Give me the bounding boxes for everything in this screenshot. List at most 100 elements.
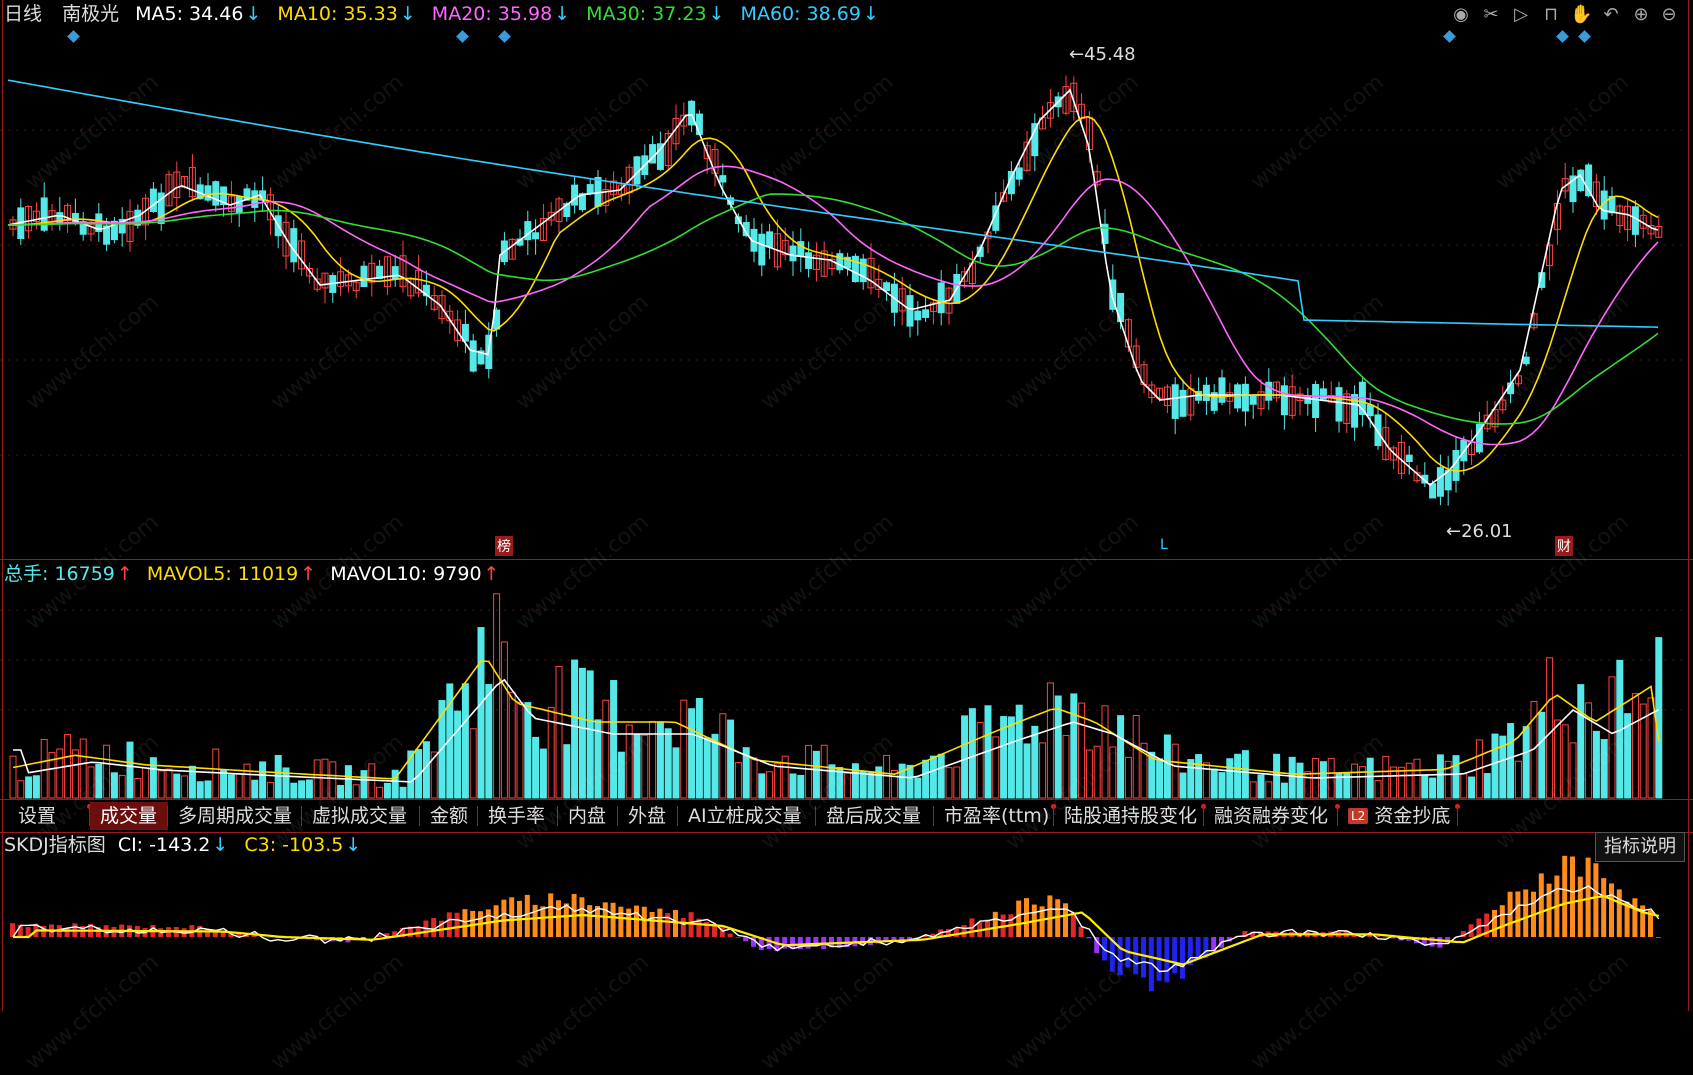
volume-bar [587,671,593,798]
volume-bar [540,749,546,798]
skdj-bar [681,918,686,937]
volume-chart[interactable] [0,560,1693,800]
skdj-bar [447,912,452,937]
tab-label: 内盘 [568,805,606,827]
high-price-label: ←45.48 [1069,44,1136,65]
skdj-bar [1562,856,1567,937]
volume-bar [954,767,960,798]
tab-8[interactable]: AI立桩成交量 [678,802,816,830]
tab-label: 换手率 [488,805,545,827]
skdj-bar [1523,889,1528,937]
skdj-bar [1024,898,1029,937]
volume-bar [377,787,383,798]
skdj-chart[interactable] [0,833,1693,1011]
candle-body [1523,357,1529,364]
skdj-bar [728,934,733,937]
candle-body [806,253,812,269]
skdj-bar [642,907,647,937]
bang-marker[interactable]: 榜 [495,536,513,556]
skdj-bar [1079,927,1084,937]
volume-bar [1172,744,1178,798]
volume-bar [634,735,640,798]
tab-13[interactable]: L2资金抄底 [1338,802,1458,830]
candlestick-chart[interactable] [0,0,1693,559]
tab-12[interactable]: 融资融券变化 [1204,802,1338,830]
indicator-explain-button[interactable]: 指标说明 [1595,832,1685,862]
high-price-arrow: ← [1069,44,1084,65]
ma-line [8,166,1658,444]
candle-body [1242,384,1248,411]
volume-bar [197,782,203,798]
skdj-bar [735,937,740,938]
tab-5[interactable]: 换手率 [478,802,558,830]
volume-bar [345,766,351,798]
candle-body [361,266,367,286]
skdj-bar [1016,901,1021,937]
price-panel[interactable]: 日线 南极光 MA5: 34.46↓ MA10: 35.33↓ MA20: 35… [0,0,1693,559]
volume-panel[interactable]: 总手: 16759↑ MAVOL5: 11019↑ MAVOL10: 9790↑ [0,560,1693,800]
skdj-bar [673,910,678,937]
tab-7[interactable]: 外盘 [618,802,678,830]
skdj-bar [962,925,967,937]
volume-bar [642,735,648,798]
skdj-bar [1539,873,1544,937]
volume-bar [353,785,359,798]
tab-4[interactable]: 金额 [420,802,478,830]
candle-body [57,213,63,224]
skdj-bar [1593,863,1598,937]
tab-10[interactable]: 市盈率(ttm) [934,802,1054,830]
skdj-bar [1586,858,1591,937]
volume-bar [314,760,320,798]
volume-bar [1024,744,1030,798]
skdj-bar [525,895,530,937]
l-marker[interactable]: L [1160,537,1168,553]
candle-body [759,234,765,265]
volume-bar [1414,759,1420,798]
candle-body [1632,207,1638,235]
candle-body [767,232,773,247]
volume-bar [392,770,398,798]
volume-bar [1055,696,1061,798]
candle-body [689,101,695,125]
volume-bar [1188,760,1194,798]
tab-11[interactable]: 陆股通持股变化 [1054,802,1204,830]
volume-bar [884,755,890,798]
candle-body [1180,390,1186,416]
volume-bar [1593,731,1599,798]
volume-bar [501,642,507,798]
volume-bar [1406,763,1412,798]
tab-2[interactable]: 多周期成交量 [168,802,302,830]
volume-bar [572,660,578,798]
skdj-d-line [13,896,1659,964]
volume-bar [1008,717,1014,798]
volume-bar [494,594,500,798]
candle-body [587,185,593,194]
candle-body [915,311,921,320]
mavol5-line [13,661,1659,779]
volume-bar [158,771,164,798]
tab-0[interactable]: 设置 [8,802,90,830]
volume-bar [556,666,562,798]
tab-label: 金额 [430,805,468,827]
tab-6[interactable]: 内盘 [558,802,618,830]
candle-body [720,176,726,182]
tab-1[interactable]: 成交量 [90,802,168,830]
skdj-panel[interactable]: SKDJ指标图 CI: -143.2↓ C3: -103.5↓ [0,833,1693,1011]
skdj-bar [1578,877,1583,937]
tab-label: 市盈率(ttm) [944,805,1049,827]
tab-3[interactable]: 虚拟成交量 [302,802,420,830]
cai-marker[interactable]: 财 [1555,536,1573,556]
ma-line [8,90,1658,485]
volume-bar [821,745,827,798]
candle-body [884,283,890,291]
tab-9[interactable]: 盘后成交量 [816,802,934,830]
skdj-bar [462,909,467,937]
volume-bar [33,776,39,798]
skdj-bar [587,905,592,937]
skdj-bar [657,909,662,937]
volume-bar [88,767,94,798]
volume-bar [759,774,765,798]
volume-bar [751,758,757,798]
skdj-bar [540,906,545,937]
volume-bar [1211,769,1217,798]
